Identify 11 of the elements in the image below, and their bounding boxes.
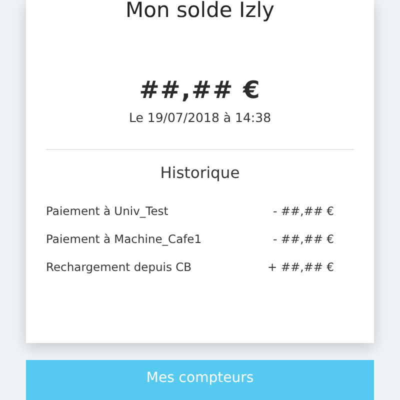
transaction-amount: - ##,## € — [273, 232, 334, 246]
history-title: Historique — [160, 164, 240, 182]
balance-date: Le 19/07/2018 à 14:38 — [128, 110, 272, 125]
counters-button[interactable]: Mes compteurs — [26, 360, 374, 400]
balance-amount: ##,## € — [139, 76, 261, 104]
transaction-amount: + ##,## € — [268, 260, 334, 274]
card-title: Mon solde Izly — [126, 0, 274, 22]
transaction-label: Rechargement depuis CB — [46, 260, 192, 274]
transaction-label: Paiement à Univ_Test — [46, 204, 168, 218]
transaction-label: Paiement à Machine_Cafe1 — [46, 232, 202, 246]
transaction-amount: - ##,## € — [273, 204, 334, 218]
